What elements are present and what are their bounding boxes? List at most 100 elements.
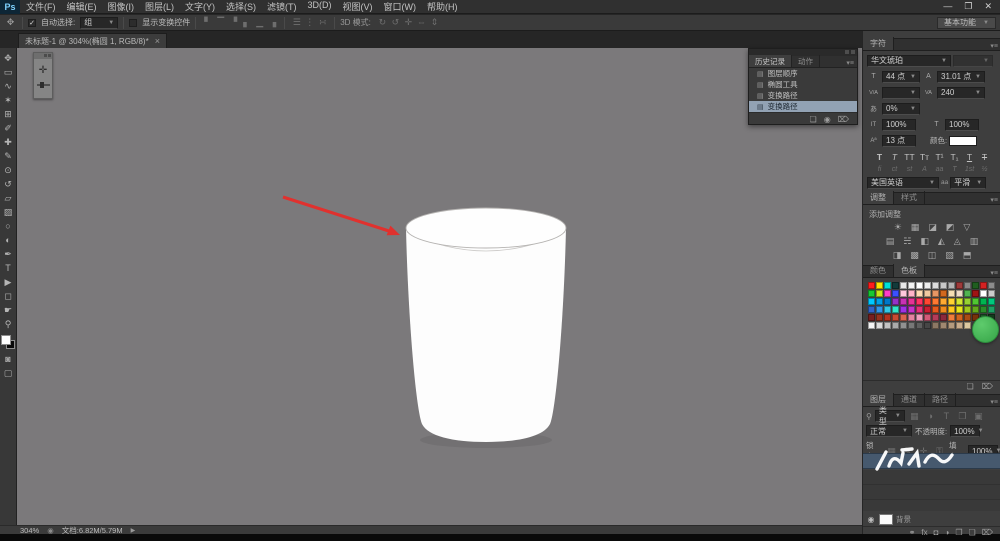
status-flyout-icon[interactable]: ▶	[131, 527, 136, 534]
color-swatch[interactable]	[892, 322, 899, 329]
color-swatch[interactable]	[964, 322, 971, 329]
discretionary-ligatures-icon[interactable]: st	[904, 166, 916, 173]
color-swatch[interactable]	[916, 314, 923, 321]
history-state[interactable]: ▤ 椭圆工具	[749, 79, 857, 90]
subscript-icon[interactable]: T₁	[949, 152, 961, 162]
layer-visibility-icon[interactable]: ◉	[866, 515, 876, 524]
color-swatch[interactable]	[924, 282, 931, 289]
color-swatch[interactable]	[908, 322, 915, 329]
color-swatch[interactable]	[972, 306, 979, 313]
color-swatch[interactable]	[868, 314, 875, 321]
baseline-shift-field[interactable]: 13 点	[882, 134, 916, 147]
show-transform-checkbox[interactable]	[129, 18, 138, 27]
color-swatch[interactable]	[956, 282, 963, 289]
color-swatch[interactable]	[868, 282, 875, 289]
eraser-tool[interactable]: ▱	[1, 191, 16, 205]
delete-state-icon[interactable]: ⌦	[838, 115, 849, 124]
filter-smart-icon[interactable]: ▣	[972, 410, 985, 422]
3d-scale-icon[interactable]: ⇕	[428, 17, 441, 29]
color-swatch[interactable]	[916, 306, 923, 313]
threshold-icon[interactable]: ◫	[928, 250, 937, 261]
align-top-edges-icon[interactable]: ▘	[201, 17, 214, 29]
crop-tool[interactable]: ⊞	[1, 107, 16, 121]
vertical-scale-field[interactable]: 100%	[882, 118, 916, 131]
gradient-map-icon[interactable]: ▧	[945, 250, 954, 261]
gradient-tool[interactable]: ▨	[1, 205, 16, 219]
tab-color[interactable]: 颜色	[863, 264, 894, 277]
distribute-vertical-icon[interactable]: ☰	[290, 17, 303, 29]
color-swatch[interactable]	[988, 298, 995, 305]
background-layer-row[interactable]: ◉ 背景	[866, 512, 998, 526]
tab-character[interactable]: 字符	[863, 37, 894, 50]
color-swatch[interactable]	[868, 298, 875, 305]
color-lookup-icon[interactable]: ▥	[970, 236, 979, 247]
color-swatch[interactable]	[876, 298, 883, 305]
auto-select-checkbox[interactable]: ✓	[28, 18, 36, 27]
posterize-icon[interactable]: ▩	[910, 250, 919, 261]
color-swatch[interactable]	[980, 298, 987, 305]
color-swatch[interactable]	[956, 306, 963, 313]
new-document-from-state-icon[interactable]: ❏	[810, 115, 817, 124]
color-swatch[interactable]	[908, 306, 915, 313]
black-white-icon[interactable]: ◧	[920, 236, 929, 247]
color-swatch[interactable]	[892, 290, 899, 297]
quick-selection-tool[interactable]: ✶	[1, 93, 16, 107]
3d-drag-icon[interactable]: ✛	[402, 17, 415, 29]
new-swatch-icon[interactable]: ❏	[967, 382, 974, 391]
restore-button[interactable]: ❐	[964, 1, 972, 12]
workspace-switcher[interactable]: 基本功能 ▼	[937, 16, 996, 29]
photo-filter-icon[interactable]: ◭	[938, 236, 945, 247]
ordinals-icon[interactable]: 1st	[964, 166, 976, 173]
color-swatch[interactable]	[932, 282, 939, 289]
mini-tool-widget[interactable]: ✛	[33, 52, 53, 99]
color-swatch[interactable]	[924, 322, 931, 329]
color-swatch[interactable]	[868, 306, 875, 313]
pen-tool[interactable]: ✒	[1, 247, 16, 261]
color-swatch[interactable]	[972, 290, 979, 297]
strikethrough-icon[interactable]: T	[979, 152, 991, 162]
color-swatch[interactable]	[900, 282, 907, 289]
color-swatch[interactable]	[964, 298, 971, 305]
color-swatch[interactable]	[876, 282, 883, 289]
tracking-field[interactable]: 240 ▼	[937, 86, 985, 99]
vibrance-icon[interactable]: ▽	[963, 222, 970, 233]
align-right-edges-icon[interactable]: ▗	[266, 17, 279, 29]
menu-filter[interactable]: 滤镜(T)	[267, 0, 297, 13]
color-swatch[interactable]	[964, 282, 971, 289]
invert-icon[interactable]: ◨	[893, 250, 902, 261]
color-swatch[interactable]	[948, 298, 955, 305]
color-swatch[interactable]	[924, 290, 931, 297]
menu-edit[interactable]: 编辑(E)	[67, 0, 97, 13]
color-swatch[interactable]	[924, 298, 931, 305]
font-style-select[interactable]: ▼	[953, 54, 993, 67]
fractions-icon[interactable]: ½	[979, 166, 991, 173]
create-snapshot-icon[interactable]: ◉	[824, 115, 831, 124]
filter-shape-icon[interactable]: ❒	[956, 410, 969, 422]
color-swatch[interactable]	[940, 298, 947, 305]
tab-actions[interactable]: 动作	[792, 55, 820, 67]
font-size-field[interactable]: 44 点 ▼	[882, 70, 920, 83]
small-caps-icon[interactable]: Tᴛ	[919, 152, 931, 162]
font-family-select[interactable]: 华文琥珀 ▼	[867, 54, 951, 67]
distribute-widths-icon[interactable]: ∺	[316, 17, 329, 29]
tab-paths[interactable]: 路径	[925, 393, 956, 406]
menu-layer[interactable]: 图层(L)	[145, 0, 174, 13]
menu-window[interactable]: 窗口(W)	[384, 0, 417, 13]
color-swatch[interactable]	[972, 282, 979, 289]
color-swatch[interactable]	[932, 298, 939, 305]
align-left-edges-icon[interactable]: ▖	[240, 17, 253, 29]
color-swatch[interactable]	[916, 322, 923, 329]
color-swatch[interactable]	[924, 306, 931, 313]
layer-effects-icon[interactable]: fx	[921, 528, 927, 537]
hand-tool[interactable]: ☛	[1, 303, 16, 317]
color-swatch[interactable]	[956, 322, 963, 329]
new-layer-icon[interactable]: ❏	[969, 528, 976, 537]
color-swatch[interactable]	[948, 314, 955, 321]
delete-swatch-icon[interactable]: ⌦	[982, 382, 993, 391]
green-badge[interactable]	[972, 316, 999, 343]
color-swatch[interactable]	[956, 290, 963, 297]
proportional-field[interactable]: 0% ▼	[882, 102, 920, 115]
color-swatch[interactable]	[876, 322, 883, 329]
selected-layer-row[interactable]	[863, 453, 1000, 469]
mini-widget-slider[interactable]	[36, 82, 50, 88]
